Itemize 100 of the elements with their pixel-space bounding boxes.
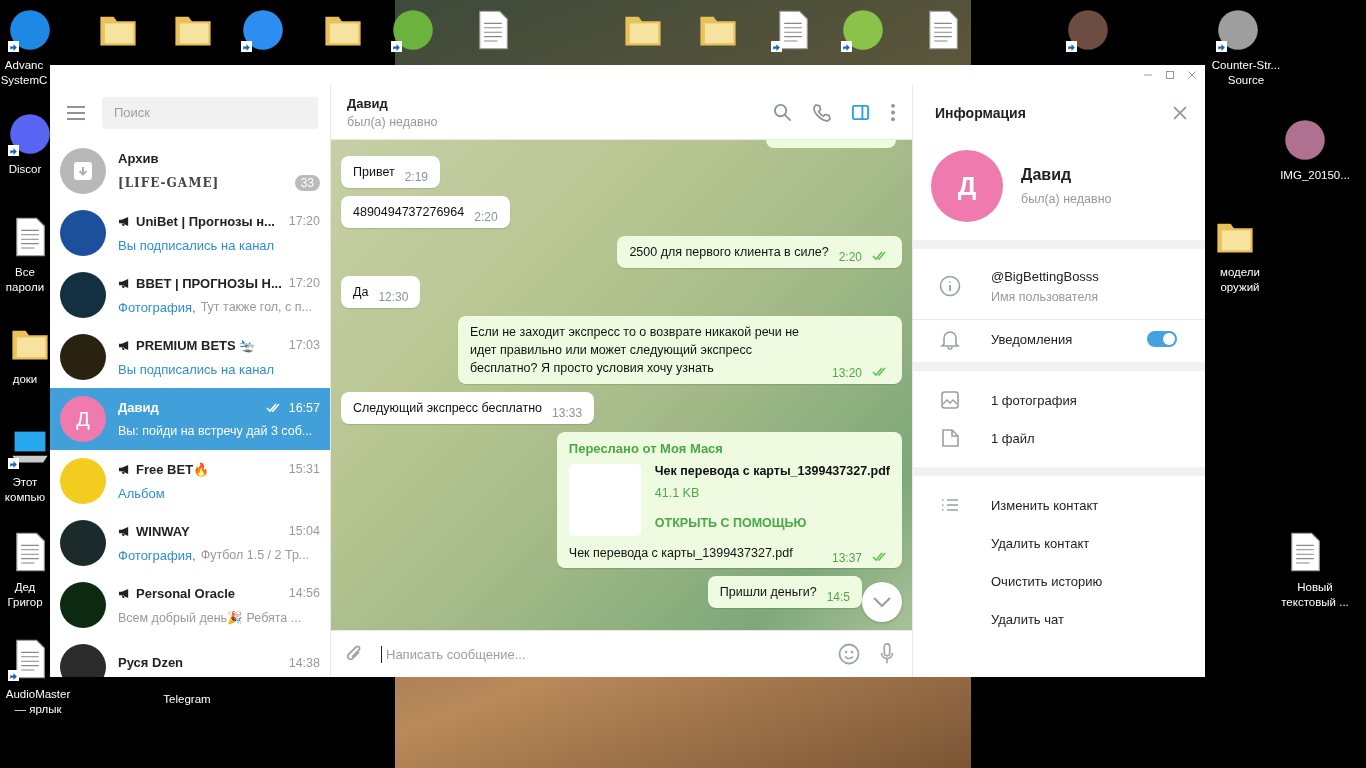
chat-preview: Тут также гол, с п...: [200, 300, 312, 314]
message-text: Следующий экспресс бесплатно: [353, 400, 543, 417]
message-time: 2:20: [474, 210, 498, 224]
app-icon[interactable]: [1216, 8, 1260, 52]
chat-name: PREMIUM BETS 🛬: [136, 337, 257, 353]
desktop-icon-label: IMG_20150...: [1279, 168, 1351, 183]
media-link[interactable]: 1 фотография: [991, 392, 1077, 408]
close-icon[interactable]: [1187, 70, 1197, 80]
profile-name: Давид: [1021, 166, 1073, 184]
menu-icon[interactable]: [66, 104, 86, 121]
action-link[interactable]: Удалить контакт: [991, 535, 1090, 551]
desktop-icon-label: Этот компью: [3, 475, 47, 505]
app-icon[interactable]: [391, 8, 435, 52]
message-time: 12:30: [378, 290, 409, 304]
avatar: Д: [60, 396, 106, 442]
chat-item[interactable]: UniBet | Прогнозы н... 17:20 Вы подписались на канал: [50, 202, 330, 264]
side-panel-icon[interactable]: [851, 102, 870, 122]
info-icon: [939, 275, 961, 297]
file-name: Чек перевода с карты_1399437327.pdf: [654, 464, 890, 478]
app-icon[interactable]: [841, 8, 885, 52]
chat-preview: Фотография,: [118, 547, 196, 563]
panel-title: Информация: [935, 104, 1026, 121]
message-text: 2500 для первого клиента в силе?: [629, 244, 829, 261]
chat-time: 17:03: [288, 338, 320, 352]
message-text: Чек перевода с карты_1399437327.pdf: [568, 545, 794, 562]
profile-status: был(а) недавно: [1021, 192, 1112, 206]
megaphone-icon: [118, 463, 131, 475]
chat-preview: Альбом: [118, 485, 165, 501]
chat-name: UniBet | Прогнозы н...: [136, 213, 276, 229]
chat-preview: [LIFE-GAME]: [118, 176, 221, 190]
chat-item[interactable]: PREMIUM BETS 🛬 17:03 Вы подписались на канал: [50, 326, 330, 388]
file-size: 41.1 KB: [654, 486, 701, 500]
chat-name: Давид: [118, 400, 160, 415]
chat-name: Руся Dzen: [118, 655, 185, 670]
action-link[interactable]: Изменить контакт: [991, 497, 1099, 513]
action-link[interactable]: Удалить чат: [991, 611, 1064, 627]
desktop-icon-label: Advanc SystemC: [0, 58, 48, 88]
chat-preview: Фотография,: [118, 299, 196, 315]
file-icon: [939, 427, 961, 449]
chat-preview: Футбол 1.5 / 2 Тр...: [200, 548, 310, 562]
chat-title: Давид: [347, 95, 389, 111]
chat-preview: Всем добрый день🎉 Ребята ...: [118, 609, 302, 625]
chat-preview: Вы подписались на канал: [118, 237, 275, 253]
message-text: Да: [353, 284, 369, 301]
app-icon[interactable]: [1066, 8, 1110, 52]
chat-preview: Вы подписались на канал: [118, 361, 275, 377]
chat-item[interactable]: Руся Dzen 14:38: [50, 636, 330, 677]
chat-name: WINWAY: [136, 523, 191, 539]
message-text: Если не заходит экспресс то о возврате никакой речи не идет правильно или может следующий экспресс бесплатно? Я просто условия хочу узнать: [470, 324, 801, 377]
desktop-icon-label: Telegram: [162, 692, 212, 707]
phone-icon[interactable]: [812, 102, 831, 122]
desktop-icon-label: AudioMaster — ярлык: [4, 687, 72, 717]
message-time: 2:20: [838, 250, 862, 264]
app-icon[interactable]: [241, 8, 285, 52]
message-text: Пришли деньги?: [719, 584, 817, 601]
chat-name: Архив: [118, 151, 160, 166]
megaphone-icon: [118, 587, 131, 599]
chat-item[interactable]: Personal Oracle 14:56 Всем добрый день🎉 Ребята ...: [50, 574, 330, 636]
action-link[interactable]: Очистить историю: [991, 573, 1103, 589]
megaphone-icon: [118, 525, 131, 537]
app-icon[interactable]: [8, 112, 52, 156]
unread-count: 33: [294, 175, 320, 191]
desktop-icon-label: доки: [11, 372, 39, 387]
chat-name: Personal Oracle: [136, 585, 236, 601]
chat-item[interactable]: BBET | ПРОГНОЗЫ Н... 17:20 Фотография, Тут также гол, с п...: [50, 264, 330, 326]
app-icon[interactable]: [8, 8, 52, 52]
notifications-toggle[interactable]: [1147, 331, 1177, 347]
chat-item[interactable]: WINWAY 15:04 Фотография, Футбол 1.5 / 2 Тр...: [50, 512, 330, 574]
search-icon[interactable]: [773, 102, 792, 122]
search-field[interactable]: Поиск: [102, 96, 318, 129]
chat-time: 16:57: [288, 400, 320, 415]
archive-item[interactable]: Архив [LIFE-GAME] 33: [50, 140, 330, 202]
message-text: 4890494737276964: [353, 204, 465, 221]
chat-item[interactable]: Free BET🔥 15:31 Альбом: [50, 450, 330, 512]
chat-name: Free BET🔥: [136, 461, 211, 477]
message-time: 13:37: [831, 551, 862, 565]
chat-time: 17:20: [288, 214, 320, 228]
desktop-icon-label: Все пароли: [4, 265, 46, 295]
desktop-icon-label: Дед Григор: [6, 580, 44, 610]
photo-icon[interactable]: [1283, 118, 1327, 162]
message-time: 13:20: [831, 366, 862, 380]
megaphone-icon: [118, 277, 131, 289]
username-label: Имя пользователя: [991, 289, 1099, 304]
close-icon[interactable]: [1173, 105, 1187, 120]
image-icon: [939, 389, 961, 411]
forwarded-label: Переслано от Моя Мася: [568, 441, 724, 456]
bell-icon: [939, 328, 961, 350]
megaphone-icon: [118, 339, 131, 351]
archive-icon: [60, 148, 106, 194]
profile-avatar: Д: [931, 150, 1003, 222]
message-text: Привет: [353, 164, 395, 181]
media-link[interactable]: 1 файл: [991, 430, 1035, 446]
more-icon[interactable]: [890, 102, 896, 122]
message-time: 14:5: [826, 590, 850, 604]
username: @BigBettingBosss: [991, 268, 1099, 284]
maximize-icon[interactable]: [1165, 70, 1175, 80]
desktop-icon-label: Discor: [7, 162, 43, 177]
message-time: 2:19: [404, 170, 429, 184]
notifications-label: Уведомления: [991, 331, 1074, 347]
message-time: 13:33: [552, 406, 583, 420]
